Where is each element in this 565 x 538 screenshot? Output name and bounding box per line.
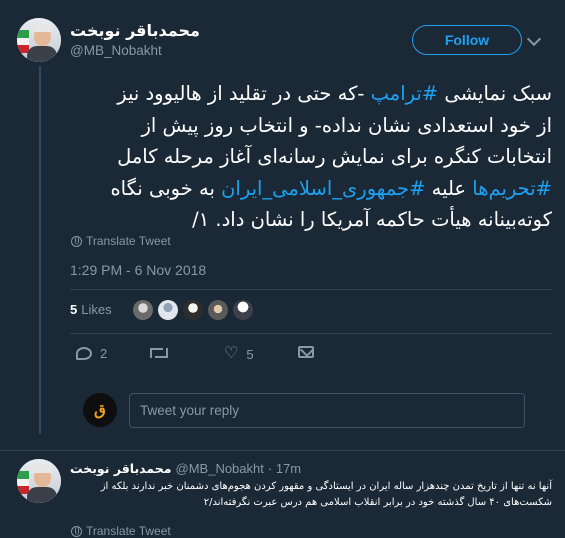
tweet-text-segment: انتخابات کنگره برای نمایش رسانه‌ای آغاز …	[117, 145, 552, 168]
current-user-avatar[interactable]: ق	[83, 393, 117, 427]
tweet-text-line: از خود استعدادی نشان نداده- و انتخاب روز…	[58, 110, 552, 142]
thread-connector-line	[39, 66, 41, 434]
reply-header: محمدباقر نوبخت @MB_Nobakht · 17m	[70, 461, 301, 476]
tweet-timestamp[interactable]: 1:29 PM - 6 Nov 2018	[70, 262, 206, 278]
chevron-down-icon[interactable]	[526, 31, 542, 47]
reply-translate-link[interactable]: Translate Tweet	[71, 524, 171, 538]
tweet-text-line: انتخابات کنگره برای نمایش رسانه‌ای آغاز …	[58, 141, 552, 173]
tweet-text-segment: علیه	[425, 176, 473, 200]
like-action[interactable]: ♡ 5	[224, 346, 254, 362]
reply-age[interactable]: · 17m	[268, 461, 301, 476]
heart-icon: ♡	[224, 345, 239, 362]
divider	[70, 333, 552, 334]
likes-stat[interactable]: 5 Likes	[70, 302, 112, 317]
liker-avatar[interactable]	[157, 299, 179, 321]
liker-avatar[interactable]	[132, 299, 154, 321]
reply-text: آنها نه تنها از تاریخ تمدن چندهزار ساله …	[100, 481, 552, 508]
like-count: 5	[246, 346, 254, 362]
tweet-text-segment: -که حتی در تقلید از هالیوود نیز	[117, 82, 371, 105]
tweet-text: سبک نمایشی #ترامپ -که حتی در تقلید از ها…	[58, 78, 552, 236]
profile-logo-icon: ق	[94, 401, 106, 419]
author-avatar[interactable]	[17, 18, 61, 62]
reply-translate-label: Translate Tweet	[86, 524, 171, 538]
hashtag-link[interactable]: #تحریم‌ها	[472, 177, 552, 200]
reply-author-handle[interactable]: @MB_Nobakht	[176, 461, 264, 476]
translate-tweet-label: Translate Tweet	[86, 234, 171, 248]
author-name[interactable]: محمدباقر نوبخت	[70, 21, 200, 40]
tweet-text-segment: به خوبی نگاه	[110, 176, 222, 200]
tweet-text-line: کوته‌بینانه هیأت حاکمه آمریکا را نشان دا…	[58, 204, 552, 236]
reply-count: 2	[100, 346, 108, 361]
tweet-text-line: سبک نمایشی #ترامپ -که حتی در تقلید از ها…	[58, 78, 552, 110]
direct-message-action[interactable]	[298, 346, 314, 358]
tweet-text-line: #تحریم‌ها علیه #جمهوری_اسلامی_ایران به خ…	[58, 173, 552, 205]
hashtag-link[interactable]: #ترامپ	[371, 82, 439, 105]
author-handle[interactable]: @MB_Nobakht	[70, 43, 162, 58]
globe-icon	[71, 525, 82, 537]
reply-action[interactable]: 2	[76, 346, 107, 361]
globe-icon	[71, 235, 82, 247]
divider	[70, 289, 552, 290]
reply-author-avatar[interactable]	[17, 459, 61, 503]
liker-avatar[interactable]	[182, 299, 204, 321]
likes-count: 5	[70, 302, 78, 317]
envelope-icon	[298, 346, 314, 358]
liker-avatar[interactable]	[232, 299, 254, 321]
reply-input[interactable]: Tweet your reply	[129, 393, 525, 428]
liker-avatar[interactable]	[207, 299, 229, 321]
follow-button[interactable]: Follow	[412, 25, 522, 55]
translate-tweet-link[interactable]: Translate Tweet	[71, 234, 171, 248]
retweet-action[interactable]	[150, 346, 168, 358]
likes-label: Likes	[81, 302, 112, 317]
tweet-text-segment: کوته‌بینانه هیأت حاکمه آمریکا را نشان دا…	[192, 208, 552, 231]
reply-author-name[interactable]: محمدباقر نوبخت	[70, 461, 172, 476]
hashtag-link[interactable]: #جمهوری_اسلامی_ایران	[221, 177, 425, 200]
divider	[0, 450, 565, 451]
retweet-icon	[150, 346, 168, 358]
tweet-text-segment: از خود استعدادی نشان نداده- و انتخاب روز…	[141, 113, 552, 137]
reply-icon	[76, 347, 92, 360]
tweet-text-segment: سبک نمایشی	[438, 82, 552, 105]
